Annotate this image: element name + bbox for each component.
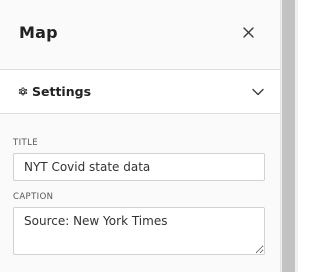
caption-textarea[interactable]: Source: New York Times bbox=[13, 207, 265, 255]
settings-section-toggle[interactable]: Settings bbox=[0, 70, 280, 114]
panel-title: Map bbox=[19, 23, 58, 42]
panel-header: Map bbox=[0, 0, 280, 70]
panel-scrollbar[interactable] bbox=[281, 0, 298, 272]
title-input[interactable] bbox=[13, 153, 265, 181]
scrollbar-thumb[interactable] bbox=[282, 0, 295, 272]
chevron-down-icon bbox=[252, 88, 264, 95]
settings-section-body: TITLE CAPTION Source: New York Times bbox=[0, 114, 280, 255]
settings-section-title: Settings bbox=[17, 84, 91, 99]
gear-icon bbox=[18, 87, 28, 95]
close-button[interactable] bbox=[238, 23, 258, 43]
settings-section-label: Settings bbox=[32, 84, 92, 99]
map-settings-panel: Map Settings TITLE CAPTION Source: New Y… bbox=[0, 0, 281, 272]
caption-field-label: CAPTION bbox=[13, 192, 54, 202]
close-icon bbox=[242, 27, 254, 38]
title-field-label: TITLE bbox=[13, 138, 38, 148]
